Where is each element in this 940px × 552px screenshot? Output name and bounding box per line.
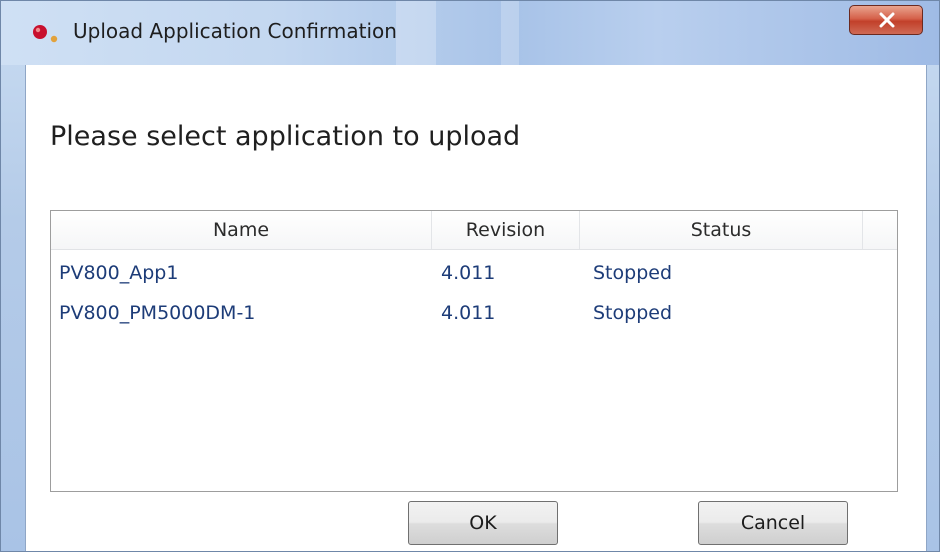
window-title: Upload Application Confirmation — [73, 19, 397, 43]
column-header-name[interactable]: Name — [51, 211, 432, 249]
app-red-dot-icon — [31, 23, 65, 45]
prompt-text: Please select application to upload — [50, 121, 521, 152]
app-status: Stopped — [593, 302, 673, 324]
app-name: PV800_App1 — [59, 262, 179, 284]
column-header-status[interactable]: Status — [580, 211, 863, 249]
app-name: PV800_PM5000DM-1 — [59, 302, 256, 324]
app-status: Stopped — [593, 262, 673, 284]
ok-button[interactable]: OK — [408, 501, 558, 545]
column-header-revision[interactable]: Revision — [432, 211, 580, 249]
close-button[interactable] — [849, 5, 923, 35]
application-list[interactable]: Name Revision Status PV800_App1 4.011 St… — [50, 210, 898, 492]
list-item[interactable]: PV800_PM5000DM-1 4.011 Stopped — [51, 295, 897, 331]
list-header: Name Revision Status — [51, 211, 897, 250]
list-item[interactable]: PV800_App1 4.011 Stopped — [51, 255, 897, 291]
close-x-icon — [879, 12, 895, 28]
dialog-window: Upload Application Confirmation Please s… — [0, 0, 940, 552]
title-bar[interactable]: Upload Application Confirmation — [1, 1, 939, 65]
app-revision: 4.011 — [441, 302, 496, 324]
cancel-button[interactable]: Cancel — [698, 501, 848, 545]
app-revision: 4.011 — [441, 262, 496, 284]
dialog-content: Please select application to upload Name… — [25, 65, 927, 551]
